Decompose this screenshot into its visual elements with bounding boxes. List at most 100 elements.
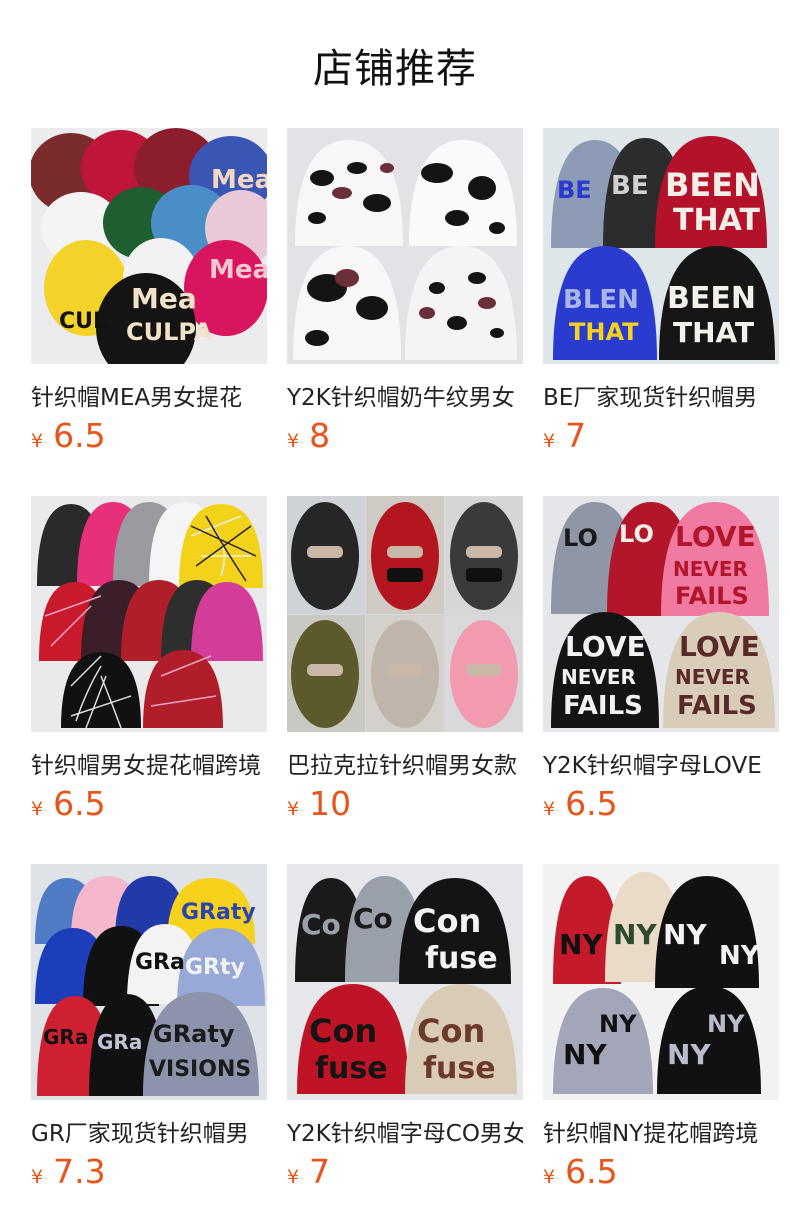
- currency-symbol: ¥: [31, 798, 44, 820]
- svg-text:NY: NY: [707, 1010, 745, 1038]
- product-price: ¥ 7.3: [31, 1152, 267, 1191]
- product-price: ¥ 8: [287, 416, 523, 455]
- currency-symbol: ¥: [287, 430, 300, 452]
- svg-text:BE: BE: [611, 171, 649, 201]
- product-price: ¥ 6.5: [543, 1152, 779, 1191]
- svg-text:LOVE: LOVE: [565, 630, 646, 663]
- product-image[interactable]: Co Co Con fuse Con fuse Con fuse: [287, 864, 523, 1100]
- svg-text:fuse: fuse: [423, 1051, 496, 1086]
- currency-symbol: ¥: [287, 798, 300, 820]
- product-card[interactable]: Co Co Con fuse Con fuse Con fuse Y2K针织帽字…: [287, 864, 523, 1232]
- product-card[interactable]: 巴拉克拉针织帽男女款 ¥ 10: [287, 496, 523, 864]
- price-value: 7: [565, 416, 587, 455]
- price-value: 6.5: [53, 784, 106, 823]
- product-price: ¥ 6.5: [543, 784, 779, 823]
- svg-text:BEEN: BEEN: [665, 166, 760, 204]
- currency-symbol: ¥: [543, 430, 556, 452]
- svg-text:GRaty: GRaty: [181, 900, 256, 925]
- product-name[interactable]: Y2K针织帽奶牛纹男女: [287, 378, 523, 408]
- svg-text:GRa: GRa: [135, 950, 185, 975]
- svg-text:CUL: CUL: [59, 309, 107, 334]
- svg-text:LO: LO: [563, 524, 598, 552]
- svg-text:CULPA: CULPA: [126, 318, 213, 346]
- product-card[interactable]: BEEN THAT BE BE BLEN THAT BEEN THAT BE厂家…: [543, 128, 779, 496]
- svg-text:BEEN: BEEN: [667, 281, 756, 316]
- svg-text:fuse: fuse: [315, 1051, 388, 1086]
- product-name[interactable]: 针织帽MEA男女提花: [31, 378, 267, 408]
- svg-text:Con: Con: [417, 1012, 485, 1050]
- svg-text:NY: NY: [563, 1038, 607, 1071]
- svg-text:FAILS: FAILS: [563, 691, 643, 721]
- product-price: ¥ 7: [543, 416, 779, 455]
- price-value: 8: [309, 416, 331, 455]
- svg-text:NEVER: NEVER: [561, 665, 636, 689]
- product-name[interactable]: Y2K针织帽字母LOVE: [543, 746, 779, 776]
- product-name[interactable]: BE厂家现货针织帽男: [543, 378, 779, 408]
- product-name[interactable]: 针织帽男女提花帽跨境: [31, 746, 267, 776]
- price-value: 6.5: [565, 1152, 618, 1191]
- svg-text:GRa: GRa: [97, 1030, 142, 1054]
- store-recommendations-page: 店铺推荐 Mea CULPA Mea Mea CUL 针织帽MEA男女提花 ¥ …: [0, 0, 790, 1232]
- product-card[interactable]: NY NY NY NY NY NY NY NY 针织帽NY提花帽跨境 ¥ 6.5: [543, 864, 779, 1232]
- svg-text:NEVER: NEVER: [673, 557, 748, 581]
- svg-text:NY: NY: [599, 1010, 637, 1038]
- svg-text:THAT: THAT: [569, 318, 639, 346]
- product-name[interactable]: Y2K针织帽字母CO男女: [287, 1114, 523, 1144]
- product-card[interactable]: LO LO LOVE NEVER FAILS LOVE NEVER FAILS …: [543, 496, 779, 864]
- product-price: ¥ 10: [287, 784, 523, 823]
- product-image[interactable]: Mea CULPA Mea Mea CUL: [31, 128, 267, 364]
- page-title: 店铺推荐: [313, 46, 477, 92]
- svg-text:Co: Co: [301, 908, 341, 941]
- svg-text:NEVER: NEVER: [675, 665, 750, 689]
- svg-text:VISIONS: VISIONS: [149, 1057, 251, 1082]
- currency-symbol: ¥: [287, 1166, 300, 1188]
- product-name[interactable]: GR厂家现货针织帽男: [31, 1114, 267, 1144]
- svg-text:THAT: THAT: [673, 316, 754, 349]
- product-image[interactable]: BEEN THAT BE BE BLEN THAT BEEN THAT: [543, 128, 779, 364]
- price-value: 7: [309, 1152, 331, 1191]
- product-card[interactable]: Mea CULPA Mea Mea CUL 针织帽MEA男女提花 ¥ 6.5: [31, 128, 267, 496]
- svg-text:NY: NY: [663, 918, 707, 951]
- product-card[interactable]: Y2K针织帽奶牛纹男女 ¥ 8: [287, 128, 523, 496]
- currency-symbol: ¥: [31, 1166, 44, 1188]
- svg-text:THAT: THAT: [673, 203, 760, 238]
- svg-text:FAILS: FAILS: [675, 582, 749, 610]
- svg-text:Mea: Mea: [211, 165, 267, 195]
- svg-text:LOVE: LOVE: [679, 630, 760, 663]
- product-price: ¥ 7: [287, 1152, 523, 1191]
- svg-text:fuse: fuse: [425, 941, 498, 976]
- svg-text:Mea: Mea: [131, 282, 197, 315]
- product-image[interactable]: LO LO LOVE NEVER FAILS LOVE NEVER FAILS …: [543, 496, 779, 732]
- product-image[interactable]: NY NY NY NY NY NY NY NY: [543, 864, 779, 1100]
- svg-text:NY: NY: [667, 1038, 711, 1071]
- svg-text:BLEN: BLEN: [563, 285, 639, 315]
- svg-text:GRaty: GRaty: [153, 1020, 235, 1048]
- currency-symbol: ¥: [31, 430, 44, 452]
- product-name[interactable]: 针织帽NY提花帽跨境: [543, 1114, 779, 1144]
- svg-text:Mea: Mea: [209, 255, 267, 285]
- price-value: 10: [309, 784, 352, 823]
- svg-text:LOVE: LOVE: [675, 520, 756, 553]
- product-image[interactable]: GRaty GRty GRa GRa GRa GRaty VISIONS: [31, 864, 267, 1100]
- product-card[interactable]: 针织帽男女提花帽跨境 ¥ 6.5: [31, 496, 267, 864]
- svg-text:Con: Con: [309, 1012, 377, 1050]
- price-value: 6.5: [565, 784, 618, 823]
- svg-text:FAILS: FAILS: [677, 691, 757, 721]
- svg-text:BE: BE: [557, 176, 592, 204]
- currency-symbol: ¥: [543, 798, 556, 820]
- svg-text:NY: NY: [613, 918, 657, 951]
- product-image[interactable]: [287, 128, 523, 364]
- price-value: 7.3: [53, 1152, 106, 1191]
- product-image[interactable]: [287, 496, 523, 732]
- svg-text:NY: NY: [719, 941, 761, 971]
- product-card[interactable]: GRaty GRty GRa GRa GRa GRaty VISIONS GR厂…: [31, 864, 267, 1232]
- product-image[interactable]: [31, 496, 267, 732]
- product-name[interactable]: 巴拉克拉针织帽男女款: [287, 746, 523, 776]
- price-value: 6.5: [53, 416, 106, 455]
- currency-symbol: ¥: [543, 1166, 556, 1188]
- svg-text:NY: NY: [559, 928, 603, 961]
- svg-text:LO: LO: [619, 520, 654, 548]
- svg-text:GRa: GRa: [43, 1025, 88, 1049]
- product-price: ¥ 6.5: [31, 784, 267, 823]
- svg-text:Con: Con: [413, 902, 481, 940]
